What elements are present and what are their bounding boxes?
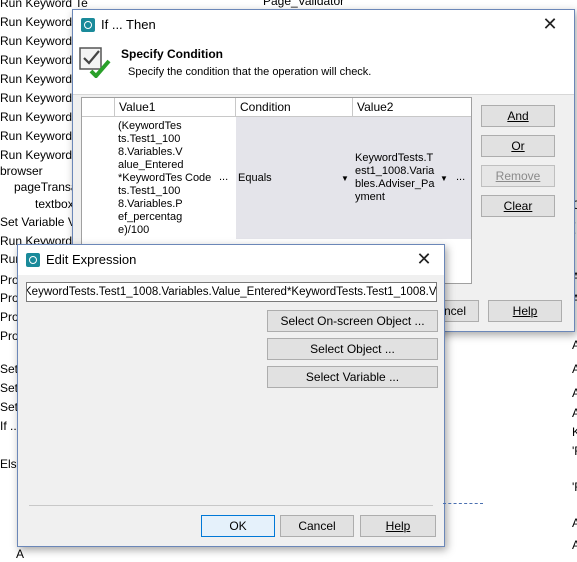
value2-line: KeywordTests.T xyxy=(355,152,434,164)
tree-column-value: A xyxy=(572,538,577,552)
condition-dropdown-icon[interactable]: ▼ xyxy=(341,172,349,185)
help-label: Help xyxy=(385,519,411,533)
select-onscreen-object-button[interactable]: Select On-screen Object ... xyxy=(267,310,438,332)
condition-value: Equals xyxy=(238,172,272,184)
tree-item[interactable]: A xyxy=(16,546,24,562)
clear-label: Clear xyxy=(503,199,533,213)
tree-column-value: A xyxy=(572,386,577,400)
select-object-label: Select Object ... xyxy=(310,342,395,356)
edit-expression-dialog: Edit Expression ✕ KeywordTests.Test1_100… xyxy=(17,244,445,547)
header-fragment: Page_Validator xyxy=(263,0,345,8)
cancel-label: Cancel xyxy=(298,519,336,533)
tree-connector xyxy=(443,503,483,504)
value1-ellipsis-button[interactable]: ... xyxy=(219,171,228,184)
cancel-label: ncel xyxy=(443,304,466,318)
value1-line: *KeywordTes xyxy=(118,172,183,184)
or-button[interactable]: Or xyxy=(481,135,555,157)
tree-item[interactable]: pageTransa xyxy=(14,179,78,195)
column-header-value1[interactable]: Value1 xyxy=(115,98,236,117)
app-icon xyxy=(26,253,40,267)
value1-line: ts.Test1_100 xyxy=(118,185,181,197)
remove-label: Remove xyxy=(495,169,541,183)
value1-line: ef_percentag xyxy=(118,211,183,223)
if-then-title: If ... Then xyxy=(101,17,156,32)
checklist-icon xyxy=(79,47,111,78)
row-header-col xyxy=(82,98,115,117)
header-subtitle: Specify the condition that the operation… xyxy=(128,66,372,78)
help-button[interactable]: Help xyxy=(360,515,436,537)
tree-column-value: A xyxy=(572,406,577,420)
value2-line: yment xyxy=(355,191,385,203)
tree-item[interactable]: If .. xyxy=(0,418,17,434)
value2-line: bles.Adviser_Pa xyxy=(355,178,435,190)
condition-cell[interactable]: Equals ▼ xyxy=(236,117,353,239)
help-label: Help xyxy=(512,304,538,318)
value1-line: alue_Entered xyxy=(118,159,184,171)
value1-line: e)/100 xyxy=(118,224,150,236)
and-label: And xyxy=(507,109,529,123)
tree-item[interactable]: browser xyxy=(0,163,43,179)
value1-line: 8.Variables.V xyxy=(118,146,183,158)
value2-ellipsis-button[interactable]: ... xyxy=(456,171,465,184)
edit-expression-titlebar: Edit Expression ✕ xyxy=(18,245,444,275)
value1-line: (KeywordTes xyxy=(118,120,182,132)
tree-column-value: 'F xyxy=(572,444,577,458)
remove-button[interactable]: Remove xyxy=(481,165,555,187)
tree-column-value: 'F xyxy=(572,480,577,494)
ok-label: OK xyxy=(229,519,247,533)
close-icon[interactable]: ✕ xyxy=(414,249,434,269)
edit-expression-title: Edit Expression xyxy=(46,252,137,267)
column-header-condition[interactable]: Condition xyxy=(236,98,353,117)
value2-line: est1_1008.Varia xyxy=(355,165,435,177)
clear-button[interactable]: Clear xyxy=(481,195,555,217)
expression-text: KeywordTests.Test1_1008.Variables.Value_… xyxy=(26,286,436,298)
code-label: Code xyxy=(185,172,212,184)
select-variable-button[interactable]: Select Variable ... xyxy=(267,366,438,388)
app-icon xyxy=(81,18,95,32)
column-header-value2[interactable]: Value2 xyxy=(353,98,471,117)
close-icon[interactable]: ✕ xyxy=(540,14,560,34)
tree-column-value: A xyxy=(572,516,577,530)
ok-button[interactable]: OK xyxy=(201,515,275,537)
value1-line: 8.Variables.P xyxy=(118,198,183,210)
select-variable-label: Select Variable ... xyxy=(305,370,400,384)
tree-column-value: A xyxy=(572,362,577,376)
header-title: Specify Condition xyxy=(121,47,223,61)
value1-cell[interactable]: (KeywordTes ts.Test1_100 8.Variables.V alue… xyxy=(115,117,236,239)
tree-column-value: A xyxy=(572,338,577,352)
value1-line: ts.Test1_100 xyxy=(118,133,181,145)
select-onscreen-label: Select On-screen Object ... xyxy=(280,314,425,328)
tree-column-value: K xyxy=(572,425,577,439)
and-button[interactable]: And xyxy=(481,105,555,127)
divider xyxy=(29,505,433,506)
expression-input[interactable]: KeywordTests.Test1_1008.Variables.Value_… xyxy=(26,282,437,302)
or-label: Or xyxy=(511,139,525,153)
value2-text: KeywordTests.T est1_1008.Varia bles.Advise… xyxy=(355,152,443,204)
value2-dropdown-icon[interactable]: ▼ xyxy=(440,172,448,185)
help-button[interactable]: Help xyxy=(488,300,562,322)
value2-cell[interactable]: KeywordTests.T est1_1008.Varia bles.Advise… xyxy=(353,117,471,239)
tree-item[interactable]: textbox xyxy=(35,196,74,212)
header-panel: Specify Condition Specify the condition … xyxy=(73,40,574,95)
value1-text: (KeywordTes ts.Test1_100 8.Variables.V alue… xyxy=(118,120,190,237)
cancel-button[interactable]: Cancel xyxy=(280,515,354,537)
if-then-titlebar: If ... Then ✕ xyxy=(73,10,574,40)
select-object-button[interactable]: Select Object ... xyxy=(267,338,438,360)
